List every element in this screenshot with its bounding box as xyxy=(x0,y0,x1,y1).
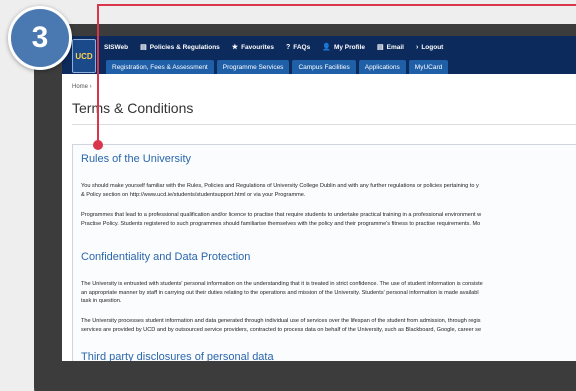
document-icon: ▤ xyxy=(140,44,147,51)
tab-programme-services[interactable]: Programme Services xyxy=(216,60,290,74)
sub-navigation-tabs: Registration, Fees & Assessment Programm… xyxy=(106,60,449,74)
logout-icon: › xyxy=(415,43,419,51)
topnav-email[interactable]: ▤ Email xyxy=(377,43,404,52)
topnav-faqs[interactable]: ? FAQs xyxy=(286,44,310,51)
browser-screen: SISWeb ▤ Policies & Regulations ★ Favourit… xyxy=(62,36,576,361)
paragraph-confidentiality-2: The University processes student informa… xyxy=(81,318,482,333)
top-navigation: SISWeb ▤ Policies & Regulations ★ Favourit… xyxy=(62,36,576,58)
tab-registration-fees-assessment[interactable]: Registration, Fees & Assessment xyxy=(106,60,214,74)
breadcrumb[interactable]: Home › xyxy=(72,84,92,90)
section-heading-third-party: Third party disclosures of personal data xyxy=(81,351,274,361)
email-icon: ▤ xyxy=(377,44,384,51)
tab-myucard[interactable]: MyUCard xyxy=(408,60,449,74)
ucd-logo[interactable]: UCD xyxy=(72,39,96,73)
callout-line-horizontal xyxy=(97,4,576,6)
page-title: Terms & Conditions xyxy=(72,100,194,116)
question-icon: ? xyxy=(285,43,291,51)
paragraph-confidentiality-1: The University is entrusted with student… xyxy=(81,281,483,304)
step-number-badge: 3 xyxy=(8,6,72,70)
section-heading-rules: Rules of the University xyxy=(81,153,192,165)
tab-campus-facilities[interactable]: Campus Facilities xyxy=(292,60,356,74)
tab-applications[interactable]: Applications xyxy=(358,60,406,74)
topnav-my-profile[interactable]: 👤 My Profile xyxy=(322,43,365,52)
callout-dot xyxy=(93,140,103,150)
paragraph-rules-1: You should make yourself familiar with t… xyxy=(81,183,479,198)
section-heading-confidentiality: Confidentiality and Data Protection xyxy=(81,251,251,263)
terms-content-box: Rules of the University You should make … xyxy=(72,144,576,361)
topnav-sisweb[interactable]: SISWeb xyxy=(104,44,128,51)
callout-line-vertical xyxy=(97,4,99,144)
star-icon: ★ xyxy=(231,44,239,51)
topnav-logout[interactable]: › Logout xyxy=(416,44,443,51)
topnav-favourites[interactable]: ★ Favourites xyxy=(231,43,274,52)
title-divider xyxy=(72,124,576,125)
paragraph-rules-2: Programmes that lead to a professional q… xyxy=(81,212,482,227)
topnav-policies[interactable]: ▤ Policies & Regulations xyxy=(140,43,220,52)
user-icon: 👤 xyxy=(322,44,331,51)
